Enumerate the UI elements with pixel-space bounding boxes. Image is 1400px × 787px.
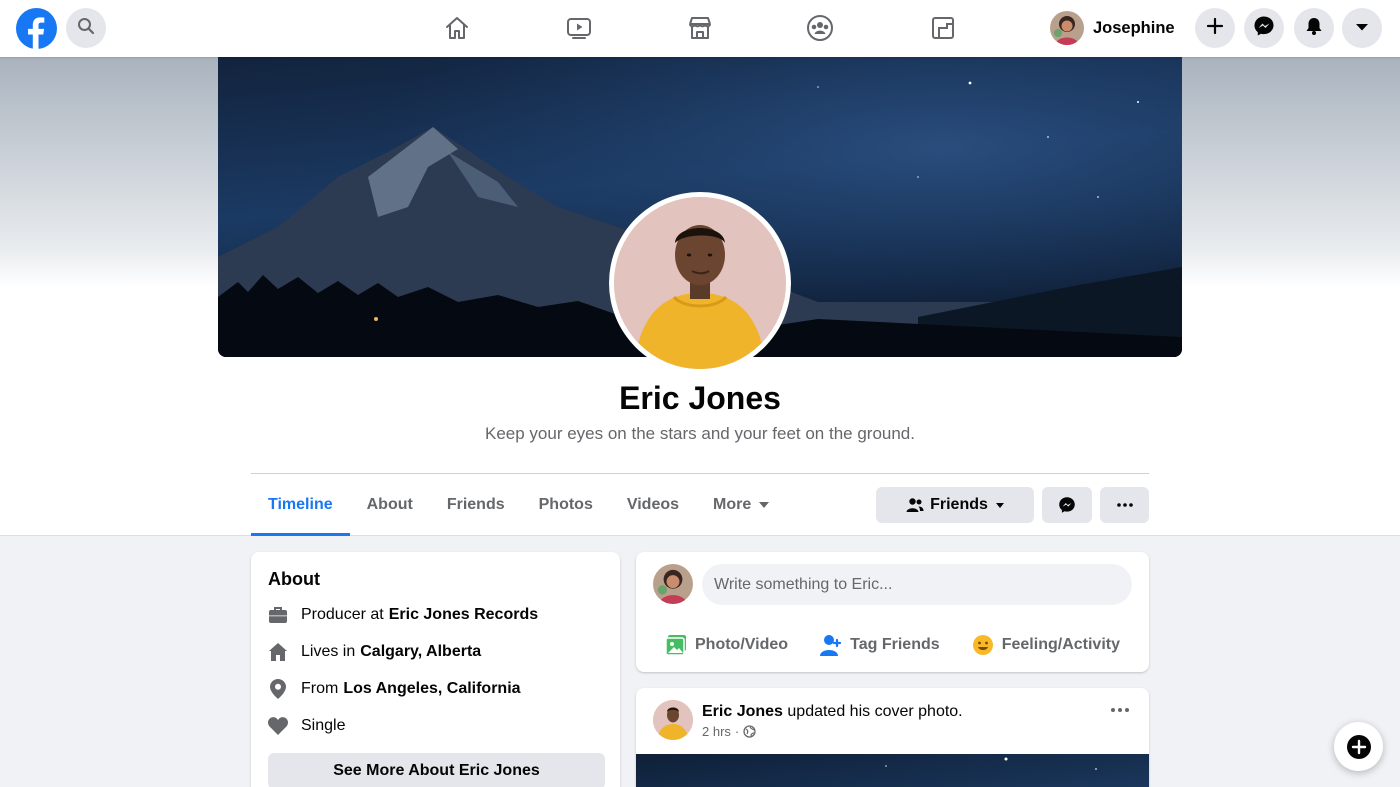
- bell-icon: [1304, 16, 1324, 41]
- feeling-activity-button[interactable]: Feeling/Activity: [960, 634, 1132, 656]
- tab-more[interactable]: More: [696, 474, 786, 536]
- heart-icon: [268, 716, 288, 736]
- friends-icon: [906, 497, 924, 513]
- see-more-about-button[interactable]: See More About Eric Jones: [268, 753, 605, 787]
- new-message-button[interactable]: [1334, 722, 1383, 771]
- meta-separator: ·: [734, 724, 740, 739]
- tag-friends-icon: [820, 634, 842, 656]
- tab-about[interactable]: About: [350, 474, 430, 536]
- profile-picture[interactable]: [609, 192, 791, 374]
- home-icon: [268, 642, 288, 662]
- profile-name: Eric Jones: [619, 380, 781, 416]
- briefcase-icon: [268, 605, 288, 625]
- profile-bio: Keep your eyes on the stars and your fee…: [484, 424, 915, 443]
- about-row-from: From Los Angeles, California: [268, 678, 521, 700]
- groups-icon[interactable]: [804, 12, 836, 44]
- post-header: Eric Jones updated his cover photo.: [702, 703, 963, 721]
- messenger-button[interactable]: [1244, 8, 1284, 48]
- about-row-work: Producer at Eric Jones Records: [268, 604, 538, 626]
- location-pin-icon: [268, 679, 288, 699]
- about-row-lives-in: Lives in Calgary, Alberta: [268, 641, 481, 663]
- post-action-text: updated his cover photo.: [787, 703, 963, 720]
- friends-button-label: Friends: [930, 496, 988, 513]
- ellipsis-icon: [1111, 708, 1129, 712]
- post-options-button[interactable]: [1111, 708, 1129, 712]
- composer-input[interactable]: Write something to Eric...: [702, 564, 1132, 605]
- messenger-icon: [1253, 15, 1275, 42]
- ellipsis-icon: [1116, 503, 1133, 507]
- chevron-down-icon: [1355, 19, 1369, 37]
- friends-button[interactable]: Friends: [876, 487, 1034, 523]
- about-row-relationship: Single: [268, 715, 345, 737]
- tab-timeline[interactable]: Timeline: [251, 474, 350, 536]
- avatar[interactable]: [653, 700, 693, 740]
- tab-videos[interactable]: Videos: [610, 474, 696, 536]
- feeling-icon: [972, 634, 994, 656]
- post-card: Eric Jones updated his cover photo. 2 hr…: [636, 688, 1149, 787]
- profile-tabs: Timeline About Friends Photos Videos Mor…: [251, 474, 786, 536]
- search-button[interactable]: [66, 8, 106, 48]
- facebook-logo[interactable]: [16, 8, 57, 49]
- caret-down-icon: [759, 502, 770, 508]
- account-menu-button[interactable]: [1342, 8, 1382, 48]
- avatar: [1050, 11, 1084, 45]
- tag-friends-button[interactable]: Tag Friends: [808, 634, 952, 656]
- notifications-button[interactable]: [1294, 8, 1334, 48]
- composer-actions: Photo/Video Tag Friends Feeling/Activity: [653, 626, 1132, 664]
- about-card: About Producer at Eric Jones Records Live…: [251, 552, 620, 787]
- home-icon[interactable]: [441, 12, 473, 44]
- photo-video-button[interactable]: Photo/Video: [653, 634, 800, 656]
- about-title: About: [268, 569, 320, 589]
- messenger-icon: [1058, 496, 1076, 514]
- search-icon: [77, 17, 95, 40]
- plus-icon: [1206, 17, 1224, 40]
- avatar: [653, 564, 693, 604]
- tab-friends[interactable]: Friends: [430, 474, 522, 536]
- more-options-button[interactable]: [1100, 487, 1149, 523]
- top-navigation-bar: Josephine: [0, 0, 1400, 57]
- post-image[interactable]: [636, 754, 1149, 787]
- profile-chip[interactable]: Josephine: [1050, 10, 1175, 46]
- globe-icon: [743, 725, 756, 738]
- marketplace-icon[interactable]: [684, 12, 716, 44]
- post-meta: 2 hrs ·: [702, 724, 756, 739]
- post-author-name[interactable]: Eric Jones: [702, 703, 783, 720]
- create-button[interactable]: [1195, 8, 1235, 48]
- watch-icon[interactable]: [563, 12, 595, 44]
- photo-video-icon: [665, 634, 687, 656]
- post-time[interactable]: 2 hrs: [702, 724, 731, 739]
- user-name: Josephine: [1093, 18, 1175, 37]
- gaming-icon[interactable]: [927, 12, 959, 44]
- tab-photos[interactable]: Photos: [522, 474, 610, 536]
- compose-plus-icon: [1346, 734, 1372, 760]
- message-button[interactable]: [1042, 487, 1092, 523]
- caret-down-icon: [995, 502, 1004, 508]
- post-composer: Write something to Eric... Photo/Video T…: [636, 552, 1149, 672]
